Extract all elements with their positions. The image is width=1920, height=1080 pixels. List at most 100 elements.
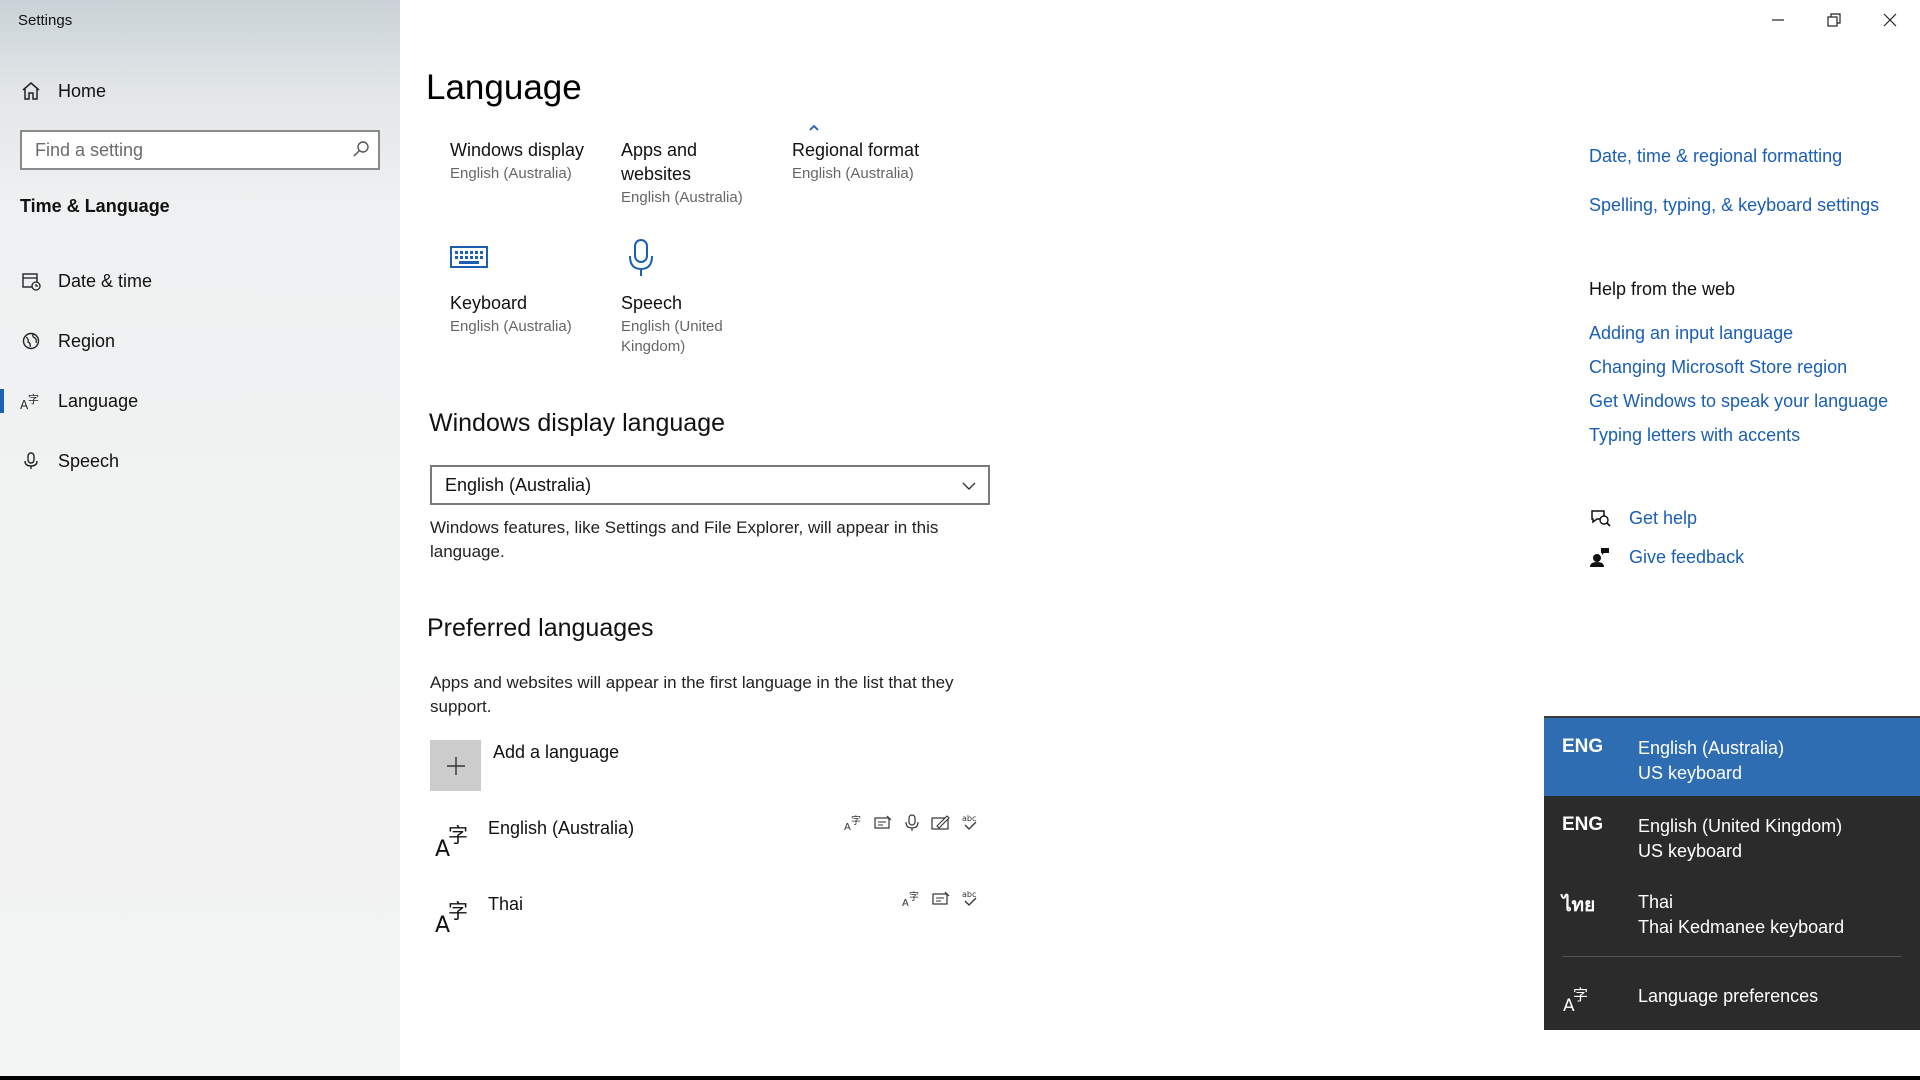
svg-text:字: 字 — [1573, 986, 1588, 1004]
svg-text:字: 字 — [448, 899, 468, 923]
home-icon — [20, 80, 42, 102]
tile-title: Keyboard — [450, 293, 528, 313]
language-icon: A字 — [434, 820, 472, 865]
tile-keyboard[interactable]: Keyboard English (Australia) — [450, 291, 610, 337]
minimize-icon — [1772, 19, 1784, 21]
flyout-keyboard-name: Thai Kedmanee keyboard — [1638, 917, 1845, 937]
add-language-label[interactable]: Add a language — [493, 742, 619, 763]
language-name: English (Australia) — [488, 818, 635, 838]
tile-speech[interactable]: Speech English (United Kingdom) — [621, 291, 751, 357]
flyout-language-name: English (Australia) — [1638, 738, 1785, 758]
link-typing-accents[interactable]: Typing letters with accents — [1589, 425, 1800, 446]
search-box[interactable] — [20, 130, 380, 170]
svg-text:字: 字 — [28, 392, 39, 406]
flyout-item-thai[interactable]: ไทย Thai Thai Kedmanee keyboard — [1544, 872, 1920, 950]
tile-title: Windows display — [450, 140, 585, 160]
svg-text:字: 字 — [851, 814, 861, 827]
svg-text:abc: abc — [962, 814, 976, 823]
sidebar-item-date-time[interactable]: Date & time — [0, 256, 400, 306]
preferred-languages-description: Apps and websites will appear in the fir… — [430, 673, 954, 716]
language-features: A字 abc — [842, 812, 981, 834]
sidebar-item-speech[interactable]: Speech — [0, 436, 400, 486]
sidebar-item-label: Date & time — [58, 270, 153, 291]
tile-windows-display[interactable]: Windows display English (Australia) — [450, 138, 610, 184]
display-language-icon: A字 — [842, 812, 865, 834]
give-feedback-icon — [1589, 546, 1611, 573]
language-abbreviation: ENG — [1562, 736, 1604, 757]
give-feedback-link[interactable]: Give feedback — [1629, 547, 1744, 568]
tile-subtitle: English (United Kingdom) — [621, 318, 723, 355]
app-title: Settings — [18, 12, 73, 29]
restore-icon — [1827, 13, 1841, 27]
sidebar-item-label: Region — [58, 330, 116, 351]
tile-subtitle: English (Australia) — [621, 189, 743, 206]
language-item-english-australia[interactable]: A字 English (Australia) A字 abc — [430, 812, 990, 872]
speech-recognition-icon — [900, 812, 923, 834]
link-spelling-typing-keyboard[interactable]: Spelling, typing, & keyboard settings — [1589, 195, 1879, 216]
tile-subtitle: English (Australia) — [450, 165, 572, 182]
home-label: Home — [58, 80, 107, 101]
tile-title: Speech — [621, 293, 683, 313]
spell-check-icon: abc — [958, 888, 981, 910]
taskbar-edge — [0, 1076, 1920, 1080]
preferred-languages-heading: Preferred languages — [427, 614, 654, 642]
speech-microphone-icon — [627, 238, 655, 283]
svg-text:A: A — [844, 822, 851, 832]
sidebar-item-label: Speech — [58, 450, 120, 471]
globe-icon — [20, 330, 42, 352]
sidebar-item-region[interactable]: Region — [0, 316, 400, 366]
link-adding-input-language[interactable]: Adding an input language — [1589, 323, 1793, 344]
add-language-button[interactable] — [430, 740, 481, 791]
input-language-flyout: ENG English (Australia) US keyboard ENG … — [1544, 716, 1920, 1030]
search-icon[interactable] — [352, 140, 370, 163]
svg-text:A: A — [902, 898, 909, 908]
display-language-heading: Windows display language — [429, 409, 726, 437]
flyout-keyboard-name: US keyboard — [1638, 841, 1743, 861]
language-name: Thai — [488, 894, 524, 914]
tile-title: Regional format — [792, 140, 920, 160]
display-language-description: Windows features, like Settings and File… — [430, 518, 939, 561]
tile-title: Apps and websites — [621, 140, 698, 184]
language-item-thai[interactable]: A字 Thai A字 abc — [430, 888, 990, 948]
flyout-item-english-australia[interactable]: ENG English (Australia) US keyboard — [1544, 718, 1920, 796]
help-heading: Help from the web — [1589, 279, 1736, 299]
language-features: A字 abc — [900, 888, 981, 910]
display-language-icon: A字 — [900, 888, 923, 910]
scroll-indicator — [808, 118, 820, 131]
get-help-link[interactable]: Get help — [1629, 508, 1697, 529]
keyboard-icon — [450, 244, 488, 275]
flyout-keyboard-name: US keyboard — [1638, 763, 1743, 783]
dropdown-value: English (Australia) — [445, 474, 592, 495]
language-abbreviation: ไทย — [1562, 895, 1596, 916]
sidebar-item-language[interactable]: A字 Language — [0, 376, 400, 426]
minimize-button[interactable] — [1750, 0, 1806, 40]
flyout-language-name: English (United Kingdom) — [1638, 816, 1843, 836]
language-icon: A字 — [20, 390, 42, 412]
svg-text:字: 字 — [909, 890, 919, 903]
language-preferences-icon: A字 — [1562, 982, 1592, 1019]
text-to-speech-icon — [929, 888, 952, 910]
close-icon — [1883, 13, 1897, 27]
tile-apps-websites[interactable]: Apps and websites English (Australia) — [621, 138, 761, 208]
search-input[interactable] — [22, 139, 342, 161]
get-help-icon — [1589, 507, 1611, 534]
section-title: Time & Language — [20, 196, 170, 216]
handwriting-icon — [929, 812, 952, 834]
tile-regional-format[interactable]: Regional format English (Australia) — [792, 138, 952, 184]
page-title: Language — [426, 68, 582, 107]
flyout-item-english-uk[interactable]: ENG English (United Kingdom) US keyboard — [1544, 796, 1920, 874]
link-get-windows-speak[interactable]: Get Windows to speak your language — [1589, 391, 1888, 412]
display-language-dropdown[interactable]: English (Australia) — [430, 465, 990, 505]
language-abbreviation: ENG — [1562, 814, 1604, 835]
language-preferences-item[interactable]: A字 Language preferences — [1544, 964, 1920, 1030]
language-preferences-label: Language preferences — [1638, 986, 1819, 1006]
close-button[interactable] — [1862, 0, 1918, 40]
sidebar-item-label: Language — [58, 390, 139, 411]
sidebar: Settings Home Time & Language Date & tim… — [0, 0, 400, 1080]
tile-subtitle: English (Australia) — [450, 318, 572, 335]
flyout-language-name: Thai — [1638, 892, 1674, 912]
home-nav[interactable]: Home — [0, 66, 400, 116]
link-date-time-regional[interactable]: Date, time & regional formatting — [1589, 146, 1842, 167]
link-changing-store-region[interactable]: Changing Microsoft Store region — [1589, 357, 1847, 378]
restore-button[interactable] — [1806, 0, 1862, 40]
